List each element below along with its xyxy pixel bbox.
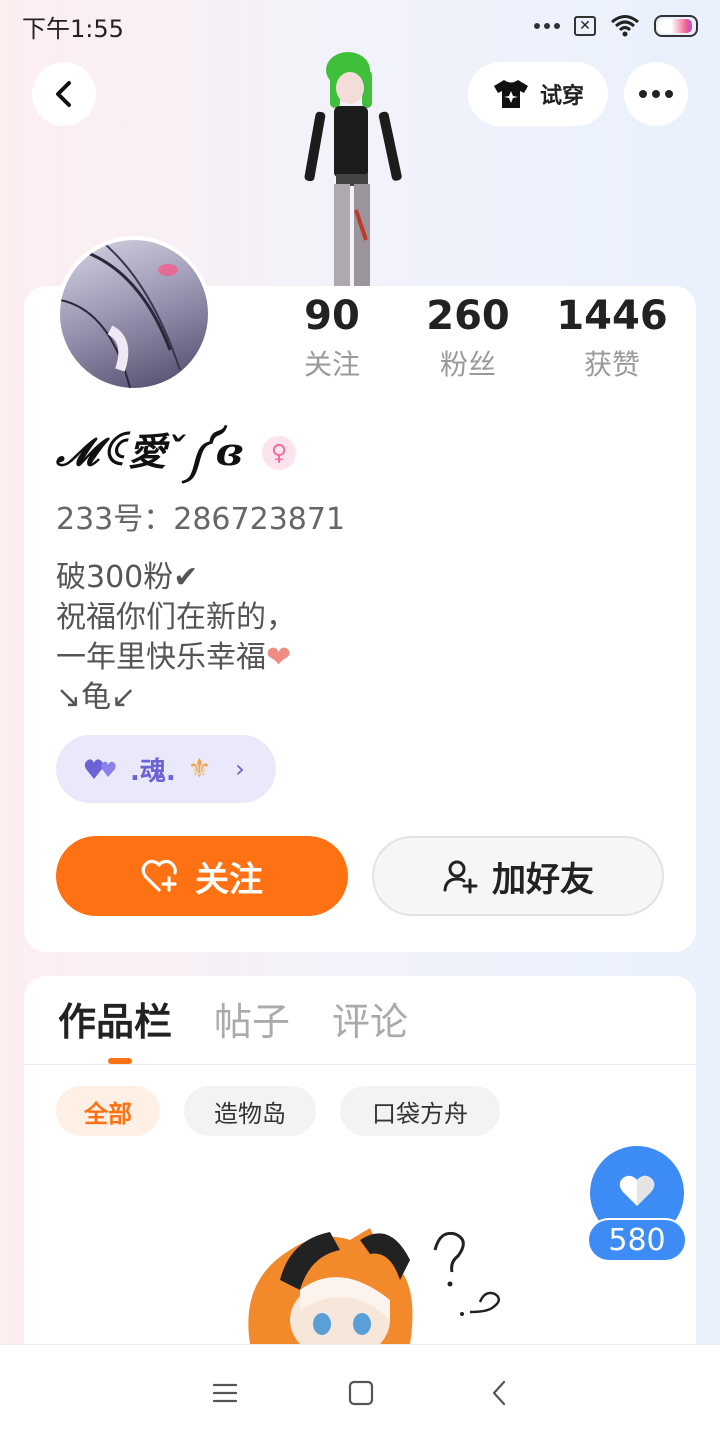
menu-icon (212, 1383, 238, 1403)
bio-text: 破300粉✔ 祝福你们在新的， 一年里快乐幸福 (56, 560, 296, 675)
content-tabs: 作品栏 帖子 评论 (58, 994, 408, 1050)
stat-label: 关注 (303, 348, 360, 381)
fleur-de-lis-icon: ⚜ (187, 754, 212, 784)
filter-all[interactable]: 全部 (56, 1086, 160, 1136)
avatar-image (60, 240, 181, 388)
double-heart-icon (84, 759, 116, 779)
battery-icon (654, 15, 698, 37)
stat-value: 1446 (556, 293, 668, 339)
avatar[interactable] (56, 236, 212, 392)
follow-button[interactable]: 关注 (56, 836, 348, 916)
user-id[interactable]: 233号：286723871 (56, 498, 345, 542)
stat-following[interactable]: 90 关注 (267, 292, 397, 390)
stat-likes[interactable]: 1446 获赞 (547, 292, 677, 390)
heart-icon (619, 1175, 655, 1206)
filter-creation-island[interactable]: 造物岛 (184, 1086, 316, 1136)
work-thumbnail[interactable] (230, 1220, 520, 1344)
more-horizontal-icon (639, 90, 673, 98)
more-dots-icon (534, 23, 560, 29)
club-tag[interactable]: .魂. ⚜ › (56, 735, 276, 803)
bio: 破300粉✔ 祝福你们在新的， 一年里快乐幸福❤ ↘龟↙ (56, 558, 296, 718)
more-button[interactable] (624, 62, 688, 126)
heart-plus-icon (141, 859, 177, 892)
back-button[interactable] (32, 62, 96, 126)
add-friend-button[interactable]: 加好友 (372, 836, 664, 916)
heart-emoji: ❤ (266, 640, 292, 675)
add-friend-label: 加好友 (492, 859, 594, 900)
status-time: 下午1:55 (22, 14, 124, 43)
system-nav-bar (0, 1344, 720, 1440)
tab-posts[interactable]: 帖子 (214, 994, 290, 1050)
back-triangle-icon (492, 1380, 506, 1406)
home-square-icon (348, 1380, 374, 1406)
like-count: 580 (587, 1218, 687, 1262)
club-name: .魂. (130, 756, 176, 787)
follow-label: 关注 (195, 859, 263, 900)
tab-comments[interactable]: 评论 (332, 994, 408, 1050)
filter-pocket-ark[interactable]: 口袋方舟 (340, 1086, 500, 1136)
bio-last-line: ↘龟↙ (56, 680, 137, 715)
chevron-left-icon (56, 81, 71, 107)
stat-value: 260 (426, 293, 510, 339)
shirt-sparkle-icon (493, 80, 528, 108)
try-on-button[interactable]: 试穿 (468, 62, 608, 126)
back-nav-button[interactable] (479, 1373, 519, 1413)
sim-disabled-icon: ✕ (574, 16, 596, 36)
stat-label: 获赞 (583, 348, 640, 381)
female-gender-icon: ♀ (262, 436, 296, 470)
divider (24, 1064, 696, 1065)
chevron-right-icon: › (235, 755, 245, 783)
status-bar: 下午1:55 ✕ (0, 0, 720, 52)
menu-button[interactable] (205, 1373, 245, 1413)
nickname: 𝓜ꀯ愛ˇ༼ɞ (56, 429, 243, 474)
status-icons: ✕ (534, 14, 698, 38)
stat-fans[interactable]: 260 粉丝 (403, 292, 533, 390)
avatar-3d-figure (304, 52, 402, 286)
tab-works[interactable]: 作品栏 (58, 994, 172, 1050)
add-user-icon (443, 860, 478, 894)
home-button[interactable] (341, 1373, 381, 1413)
stat-label: 粉丝 (439, 348, 496, 381)
wifi-icon (611, 15, 639, 37)
stat-value: 90 (304, 293, 360, 339)
try-on-label: 试穿 (539, 84, 584, 109)
